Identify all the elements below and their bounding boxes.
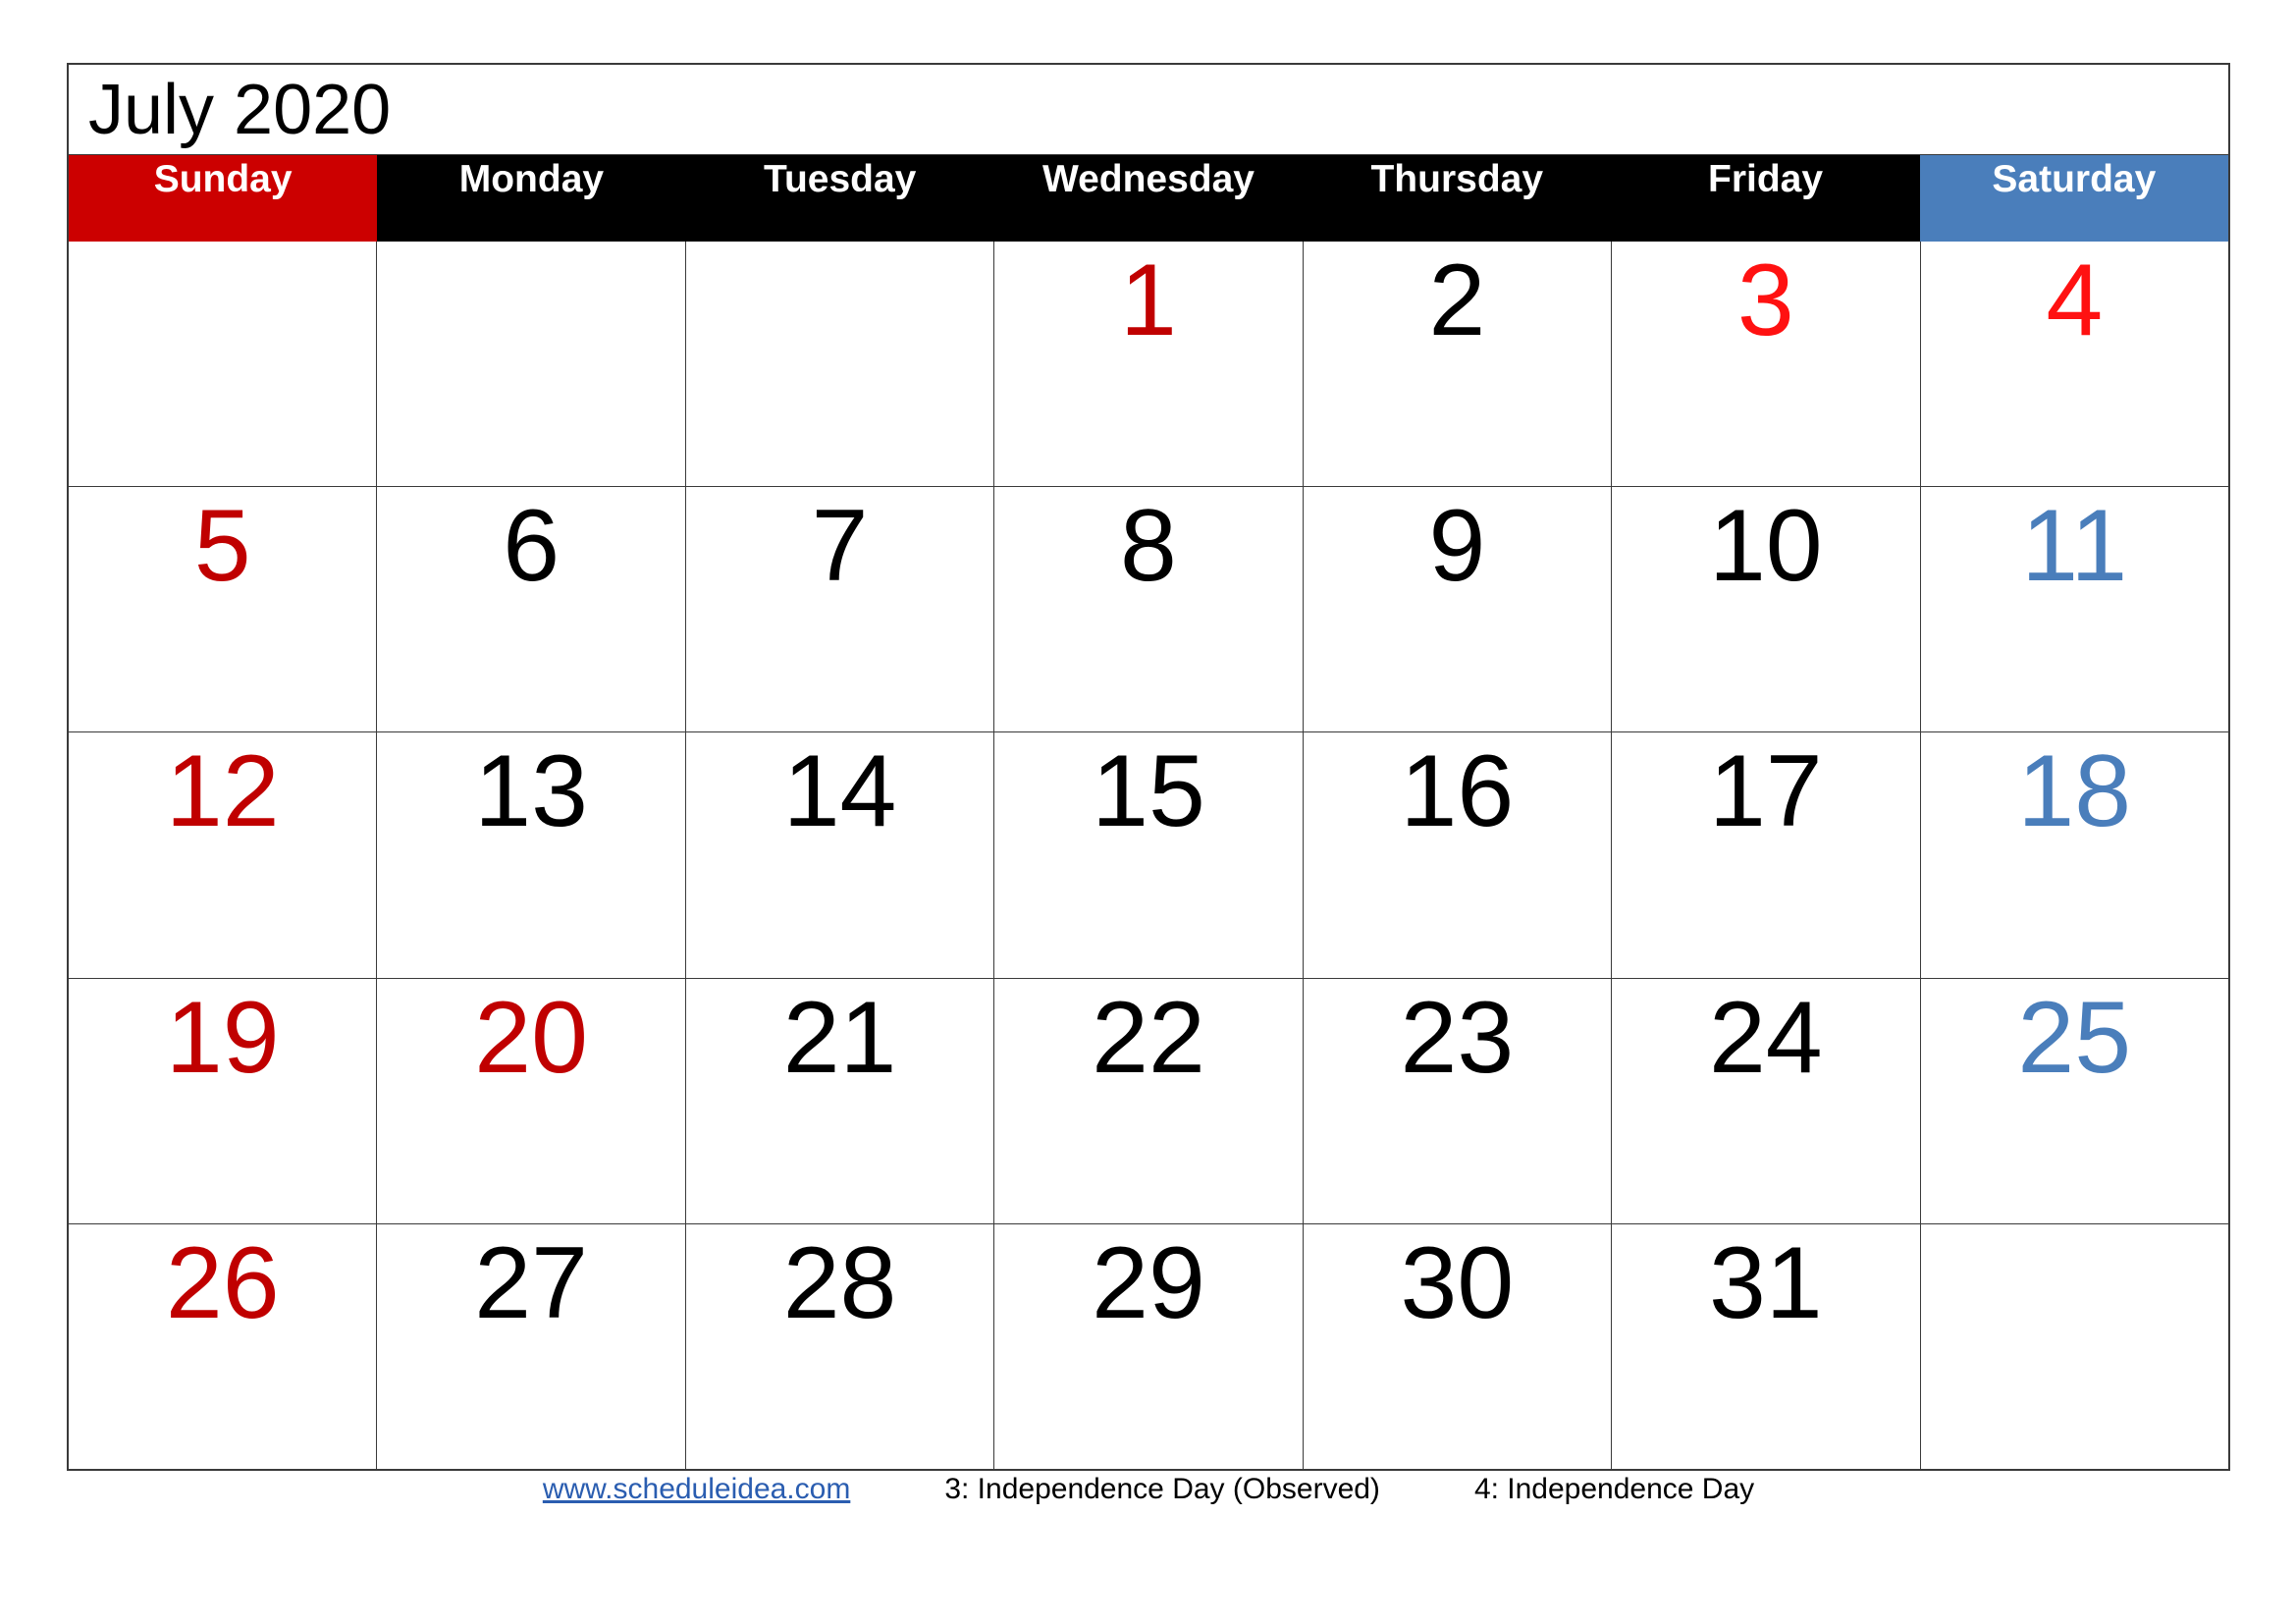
weekday-header-wednesday: Wednesday [993,155,1304,242]
day-cell-8[interactable]: 8 [993,487,1303,732]
day-number: 19 [165,980,280,1095]
day-number: 27 [474,1225,588,1340]
day-number: 10 [1708,489,1823,604]
holiday-note-2: 4: Independence Day [1473,1473,1755,1505]
weekday-label: Saturday [1992,158,2157,200]
day-cell-7[interactable]: 7 [684,487,994,732]
weekday-header-friday: Friday [1611,155,1920,242]
day-number: 25 [2017,980,2132,1095]
day-number: 15 [1092,734,1205,849]
day-cell-21[interactable]: 21 [684,978,994,1223]
weekday-header-monday: Monday [377,155,686,242]
day-number: 4 [2046,244,2104,357]
day-number: 7 [811,489,869,604]
day-cell-23[interactable]: 23 [1302,978,1612,1223]
day-number: 20 [474,980,588,1095]
website-link[interactable]: www.scheduleidea.com [543,1473,851,1506]
day-number: 13 [474,734,588,849]
day-cell-6[interactable]: 6 [376,487,685,732]
weekday-header-thursday: Thursday [1303,155,1612,242]
day-cell-14[interactable]: 14 [684,732,994,978]
calendar-page: July 2020 Sunday Monday Tuesday Wednesday Th… [0,0,2296,1624]
weekday-label: Thursday [1370,158,1544,200]
calendar-title-row: July 2020 [69,65,2228,155]
day-cell-29[interactable]: 29 [993,1223,1303,1470]
weekday-header-row: Sunday Monday Tuesday Wednesday Thursday Frid… [69,155,2228,242]
day-cell-15[interactable]: 15 [993,732,1303,978]
day-number: 16 [1400,734,1515,849]
weekday-header-sunday: Sunday [69,155,378,242]
day-cell-26[interactable]: 26 [69,1223,377,1470]
day-number: 18 [2017,734,2132,849]
day-cell-27[interactable]: 27 [376,1223,685,1470]
day-number: 6 [503,489,561,604]
day-number: 11 [2021,489,2128,604]
weekday-label: Monday [458,158,605,200]
day-number: 22 [1092,980,1205,1095]
day-cell-31[interactable]: 31 [1611,1223,1920,1470]
day-number: 9 [1428,489,1486,604]
day-number: 5 [193,489,251,604]
day-cell-19[interactable]: 19 [69,978,377,1223]
calendar-table: July 2020 Sunday Monday Tuesday Wednesday Th… [67,63,2230,1471]
day-cell-11[interactable]: 11 [1919,487,2228,732]
day-cell-9[interactable]: 9 [1302,487,1612,732]
day-cell-empty [1919,1223,2228,1470]
day-number: 26 [165,1225,280,1340]
holiday-note-1: 3: Independence Day (Observed) [944,1473,1380,1505]
week-row: 5 6 7 8 9 10 11 [69,486,2228,732]
day-cell-30[interactable]: 30 [1302,1223,1612,1470]
week-row: 1 2 3 4 [69,242,2228,487]
day-cell-18[interactable]: 18 [1919,732,2228,978]
day-number: 14 [782,734,897,849]
day-number: 29 [1092,1225,1205,1340]
weekday-label: Tuesday [764,158,917,200]
weekday-label: Friday [1708,158,1824,200]
day-number: 23 [1400,980,1515,1095]
day-cell-empty [69,242,377,487]
day-cell-2[interactable]: 2 [1302,242,1612,487]
weekday-label: Wednesday [1041,158,1255,200]
day-number: 1 [1120,244,1177,357]
week-row: 12 13 14 15 16 17 18 [69,731,2228,978]
day-cell-empty [684,242,994,487]
day-cell-28[interactable]: 28 [684,1223,994,1470]
weekday-header-saturday: Saturday [1919,155,2228,242]
day-number: 17 [1708,734,1823,849]
day-number: 21 [782,980,897,1095]
day-number: 3 [1736,244,1794,357]
week-row: 26 27 28 29 30 31 [69,1222,2228,1470]
calendar-footer: www.scheduleidea.com 3: Independence Day… [67,1473,2230,1528]
day-cell-20[interactable]: 20 [376,978,685,1223]
day-cell-22[interactable]: 22 [993,978,1303,1223]
weekday-label: Sunday [153,158,293,200]
day-cell-3[interactable]: 3 [1611,242,1920,487]
weekday-header-tuesday: Tuesday [685,155,994,242]
day-cell-25[interactable]: 25 [1919,978,2228,1223]
day-grid: 1 2 3 4 5 6 7 8 9 10 11 12 13 14 15 16 17 18 19 20 21 22 23 24 2… [69,242,2228,1470]
day-cell-5[interactable]: 5 [69,487,377,732]
day-number: 24 [1708,980,1823,1095]
day-cell-17[interactable]: 17 [1611,732,1920,978]
week-row: 19 20 21 22 23 24 25 [69,977,2228,1223]
day-cell-10[interactable]: 10 [1611,487,1920,732]
day-cell-12[interactable]: 12 [69,732,377,978]
day-cell-24[interactable]: 24 [1611,978,1920,1223]
day-cell-empty [376,242,685,487]
day-number: 31 [1708,1225,1823,1340]
day-cell-16[interactable]: 16 [1302,732,1612,978]
day-number: 8 [1120,489,1177,604]
day-number: 12 [165,734,280,849]
day-number: 30 [1400,1225,1515,1340]
day-cell-4[interactable]: 4 [1919,242,2228,487]
page-title: July 2020 [88,70,392,149]
day-cell-1[interactable]: 1 [993,242,1303,487]
day-cell-13[interactable]: 13 [376,732,685,978]
day-number: 28 [782,1225,897,1340]
day-number: 2 [1428,244,1486,357]
